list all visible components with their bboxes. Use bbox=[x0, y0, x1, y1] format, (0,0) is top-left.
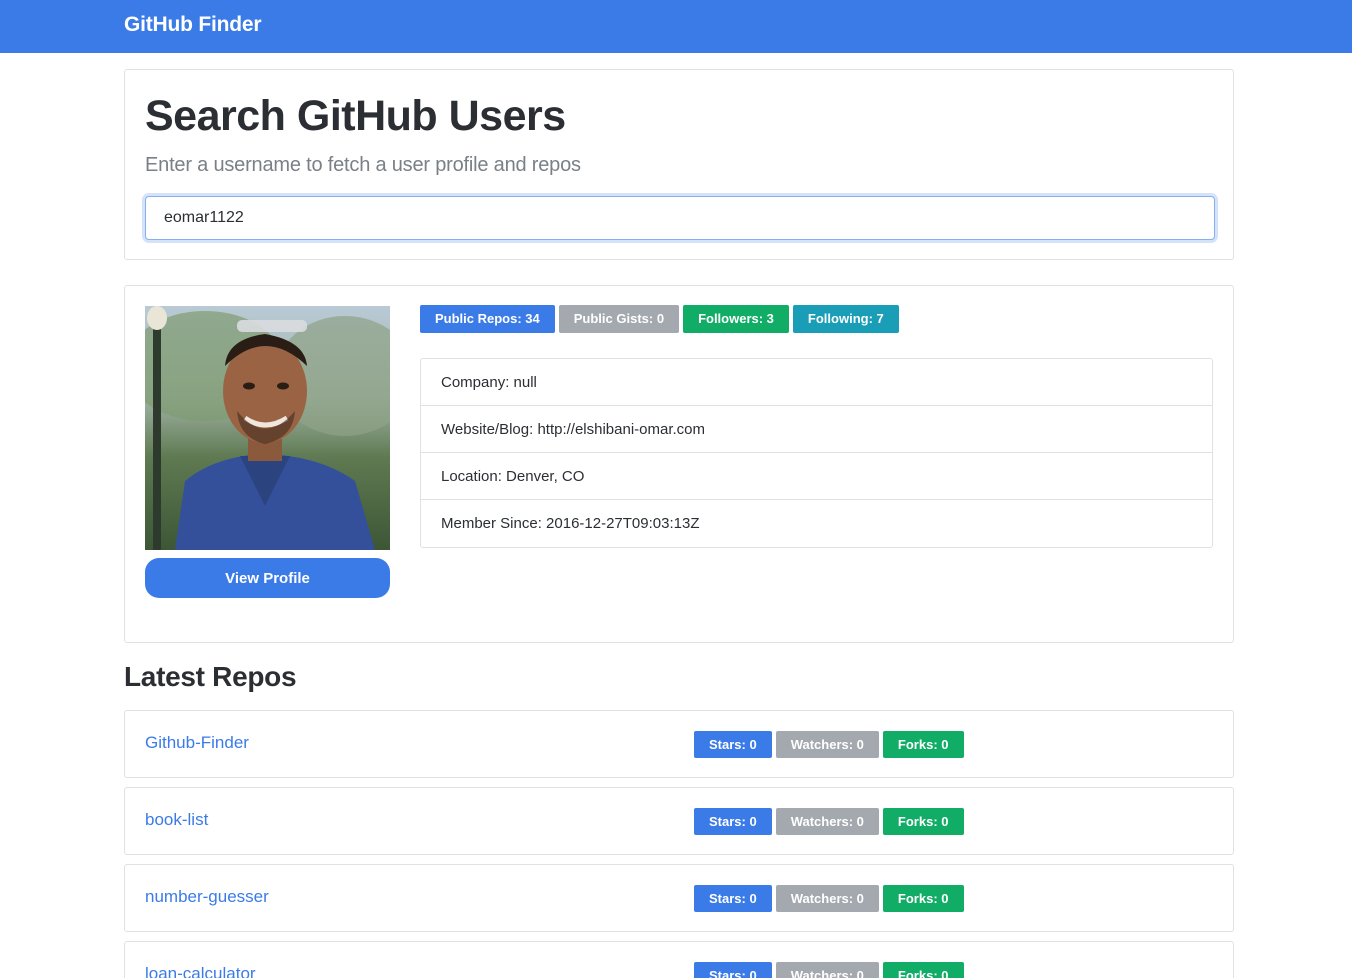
navbar: GitHub Finder bbox=[0, 0, 1352, 53]
search-input[interactable] bbox=[145, 196, 1215, 240]
repo-stats: Stars: 0 Watchers: 0 Forks: 0 bbox=[694, 731, 964, 758]
public-repos-badge: Public Repos: 34 bbox=[420, 305, 555, 333]
location-item: Location: Denver, CO bbox=[421, 453, 1212, 500]
search-subtitle: Enter a username to fetch a user profile… bbox=[145, 154, 581, 176]
repo-card: book-list Stars: 0 Watchers: 0 Forks: 0 bbox=[124, 787, 1234, 855]
repo-stats: Stars: 0 Watchers: 0 Forks: 0 bbox=[694, 885, 964, 912]
profile-card: View Profile Public Repos: 34 Public Gis… bbox=[124, 285, 1234, 643]
profile-stats: Public Repos: 34 Public Gists: 0 Followe… bbox=[420, 305, 899, 333]
watchers-badge: Watchers: 0 bbox=[775, 808, 879, 835]
repo-stats: Stars: 0 Watchers: 0 Forks: 0 bbox=[694, 962, 964, 978]
watchers-badge: Watchers: 0 bbox=[775, 731, 879, 758]
company-item: Company: null bbox=[421, 359, 1212, 406]
watchers-badge: Watchers: 0 bbox=[775, 962, 879, 978]
forks-badge: Forks: 0 bbox=[882, 731, 964, 758]
watchers-badge: Watchers: 0 bbox=[775, 885, 879, 912]
repo-link[interactable]: number-guesser bbox=[145, 887, 269, 907]
repo-card: number-guesser Stars: 0 Watchers: 0 Fork… bbox=[124, 864, 1234, 932]
repo-card: Github-Finder Stars: 0 Watchers: 0 Forks… bbox=[124, 710, 1234, 778]
stars-badge: Stars: 0 bbox=[694, 962, 772, 978]
stars-badge: Stars: 0 bbox=[694, 808, 772, 835]
view-profile-button[interactable]: View Profile bbox=[145, 558, 390, 598]
member-since-item: Member Since: 2016-12-27T09:03:13Z bbox=[441, 515, 700, 532]
profile-info-list: Company: null Website/Blog: http://elshi… bbox=[420, 358, 1213, 548]
navbar-brand[interactable]: GitHub Finder bbox=[124, 13, 262, 37]
stars-badge: Stars: 0 bbox=[694, 731, 772, 758]
public-gists-badge: Public Gists: 0 bbox=[558, 305, 680, 333]
following-badge: Following: 7 bbox=[792, 305, 899, 333]
repo-card: loan-calculator Stars: 0 Watchers: 0 For… bbox=[124, 941, 1234, 978]
repos-heading: Latest Repos bbox=[124, 661, 297, 692]
avatar bbox=[145, 306, 390, 550]
avatar-photo bbox=[145, 306, 390, 550]
website-item: Website/Blog: http://elshibani-omar.com bbox=[421, 406, 1212, 453]
stars-badge: Stars: 0 bbox=[694, 885, 772, 912]
repo-link[interactable]: Github-Finder bbox=[145, 733, 249, 753]
search-card: Search GitHub Users Enter a username to … bbox=[124, 69, 1234, 260]
repo-list: Github-Finder Stars: 0 Watchers: 0 Forks… bbox=[124, 710, 1234, 978]
repo-link[interactable]: loan-calculator bbox=[145, 964, 256, 978]
repo-link[interactable]: book-list bbox=[145, 810, 208, 830]
forks-badge: Forks: 0 bbox=[882, 885, 964, 912]
page-title: Search GitHub Users bbox=[145, 92, 566, 140]
followers-badge: Followers: 3 bbox=[683, 305, 789, 333]
forks-badge: Forks: 0 bbox=[882, 962, 964, 978]
forks-badge: Forks: 0 bbox=[882, 808, 964, 835]
repo-stats: Stars: 0 Watchers: 0 Forks: 0 bbox=[694, 808, 964, 835]
